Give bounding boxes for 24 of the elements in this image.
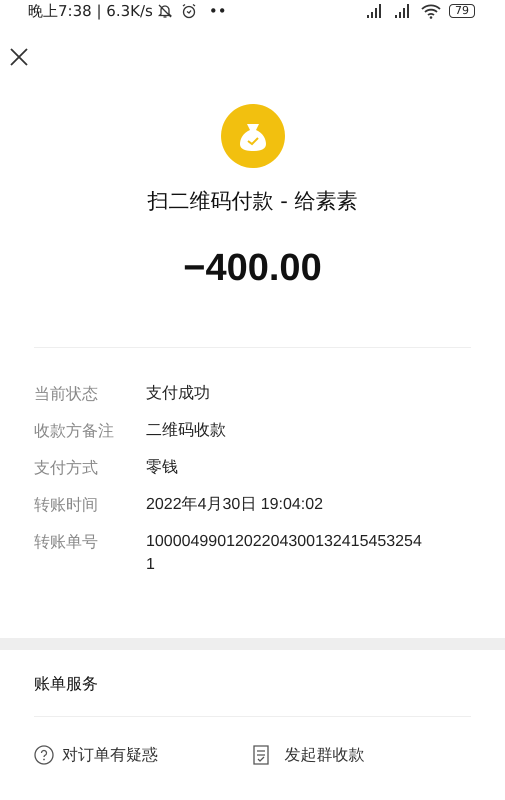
detail-value: 零钱 (146, 458, 179, 478)
detail-value: 二维码收款 (146, 420, 227, 440)
payment-amount: −400.00 (183, 246, 322, 290)
detail-value: 2022年4月30日 19:04:02 (146, 494, 324, 514)
section-title: 账单服务 (33, 672, 99, 694)
detail-label: 转账时间 (34, 494, 99, 516)
wifi-icon (421, 4, 441, 18)
battery-indicator: 79 (449, 4, 475, 18)
detail-label: 收款方备注 (34, 420, 115, 442)
status-dots: •• (208, 0, 227, 22)
status-time: 晚上7:38 | 6.3K/s (28, 0, 153, 22)
detail-value: 支付成功 (146, 384, 211, 404)
detail-label: 支付方式 (34, 456, 99, 478)
detail-label: 转账单号 (34, 530, 99, 552)
service-link[interactable]: 发起群收款 (284, 742, 364, 766)
bell-off-icon (156, 3, 173, 19)
alarm-icon (180, 3, 197, 19)
document-icon (252, 744, 268, 764)
money-bag-icon (220, 104, 284, 168)
detail-value: 10000499012022043001324154532541 (146, 532, 423, 574)
detail-label: 当前状态 (34, 382, 99, 404)
payment-title: 扫二维码付款 - 给素素 (148, 188, 358, 215)
help-icon (34, 744, 54, 764)
service-link[interactable]: 对订单有疑惑 (62, 742, 158, 766)
